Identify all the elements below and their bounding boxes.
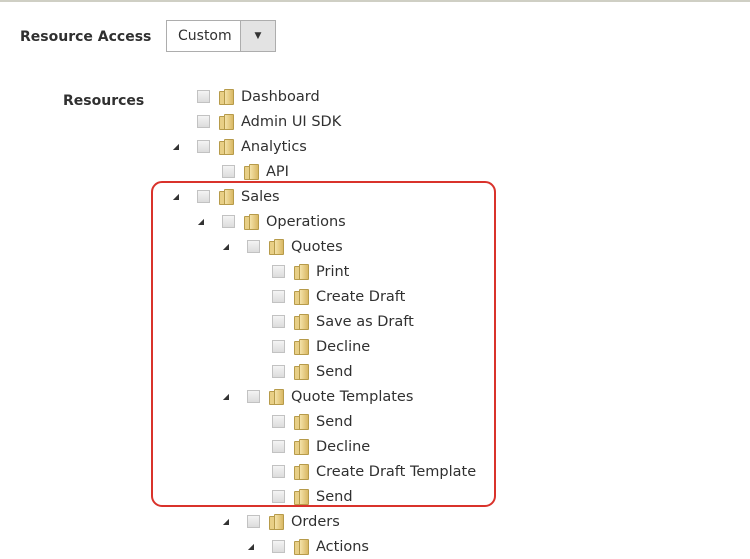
tree-node[interactable]: Admin UI SDK [197, 109, 341, 134]
folder-icon [219, 114, 234, 130]
resources-label: Resources [63, 93, 145, 109]
folder-icon [244, 164, 259, 180]
expand-arrow-icon[interactable]: ◢ [171, 142, 181, 151]
node-checkbox[interactable] [272, 540, 285, 553]
node-checkbox[interactable] [197, 115, 210, 128]
tree-node[interactable]: ◢ Analytics [173, 134, 307, 159]
folder-icon [219, 89, 234, 105]
node-checkbox[interactable] [222, 165, 235, 178]
node-label: Actions [316, 538, 369, 555]
resource-access-select[interactable]: Custom ▼ [166, 20, 276, 52]
chevron-down-icon[interactable]: ▼ [240, 21, 275, 51]
tree-node[interactable]: Dashboard [197, 84, 320, 109]
node-checkbox[interactable] [247, 515, 260, 528]
resource-access-value: Custom [178, 28, 232, 44]
tree-node[interactable]: ◢ Orders [223, 509, 340, 534]
highlight-box [151, 181, 496, 507]
node-checkbox[interactable] [197, 140, 210, 153]
node-label: Dashboard [241, 88, 320, 105]
node-label: Analytics [241, 138, 307, 155]
node-label: Orders [291, 513, 340, 530]
tree-node[interactable]: ◢ Actions [248, 534, 369, 559]
node-label: Admin UI SDK [241, 113, 342, 130]
top-divider [0, 0, 750, 2]
expand-arrow-icon[interactable]: ◢ [221, 517, 231, 526]
folder-icon [269, 514, 284, 530]
expand-arrow-icon[interactable]: ◢ [246, 542, 256, 551]
node-checkbox[interactable] [197, 90, 210, 103]
resource-access-label: Resource Access [20, 29, 152, 45]
folder-icon [294, 539, 309, 555]
folder-icon [219, 139, 234, 155]
node-label: API [266, 163, 289, 180]
